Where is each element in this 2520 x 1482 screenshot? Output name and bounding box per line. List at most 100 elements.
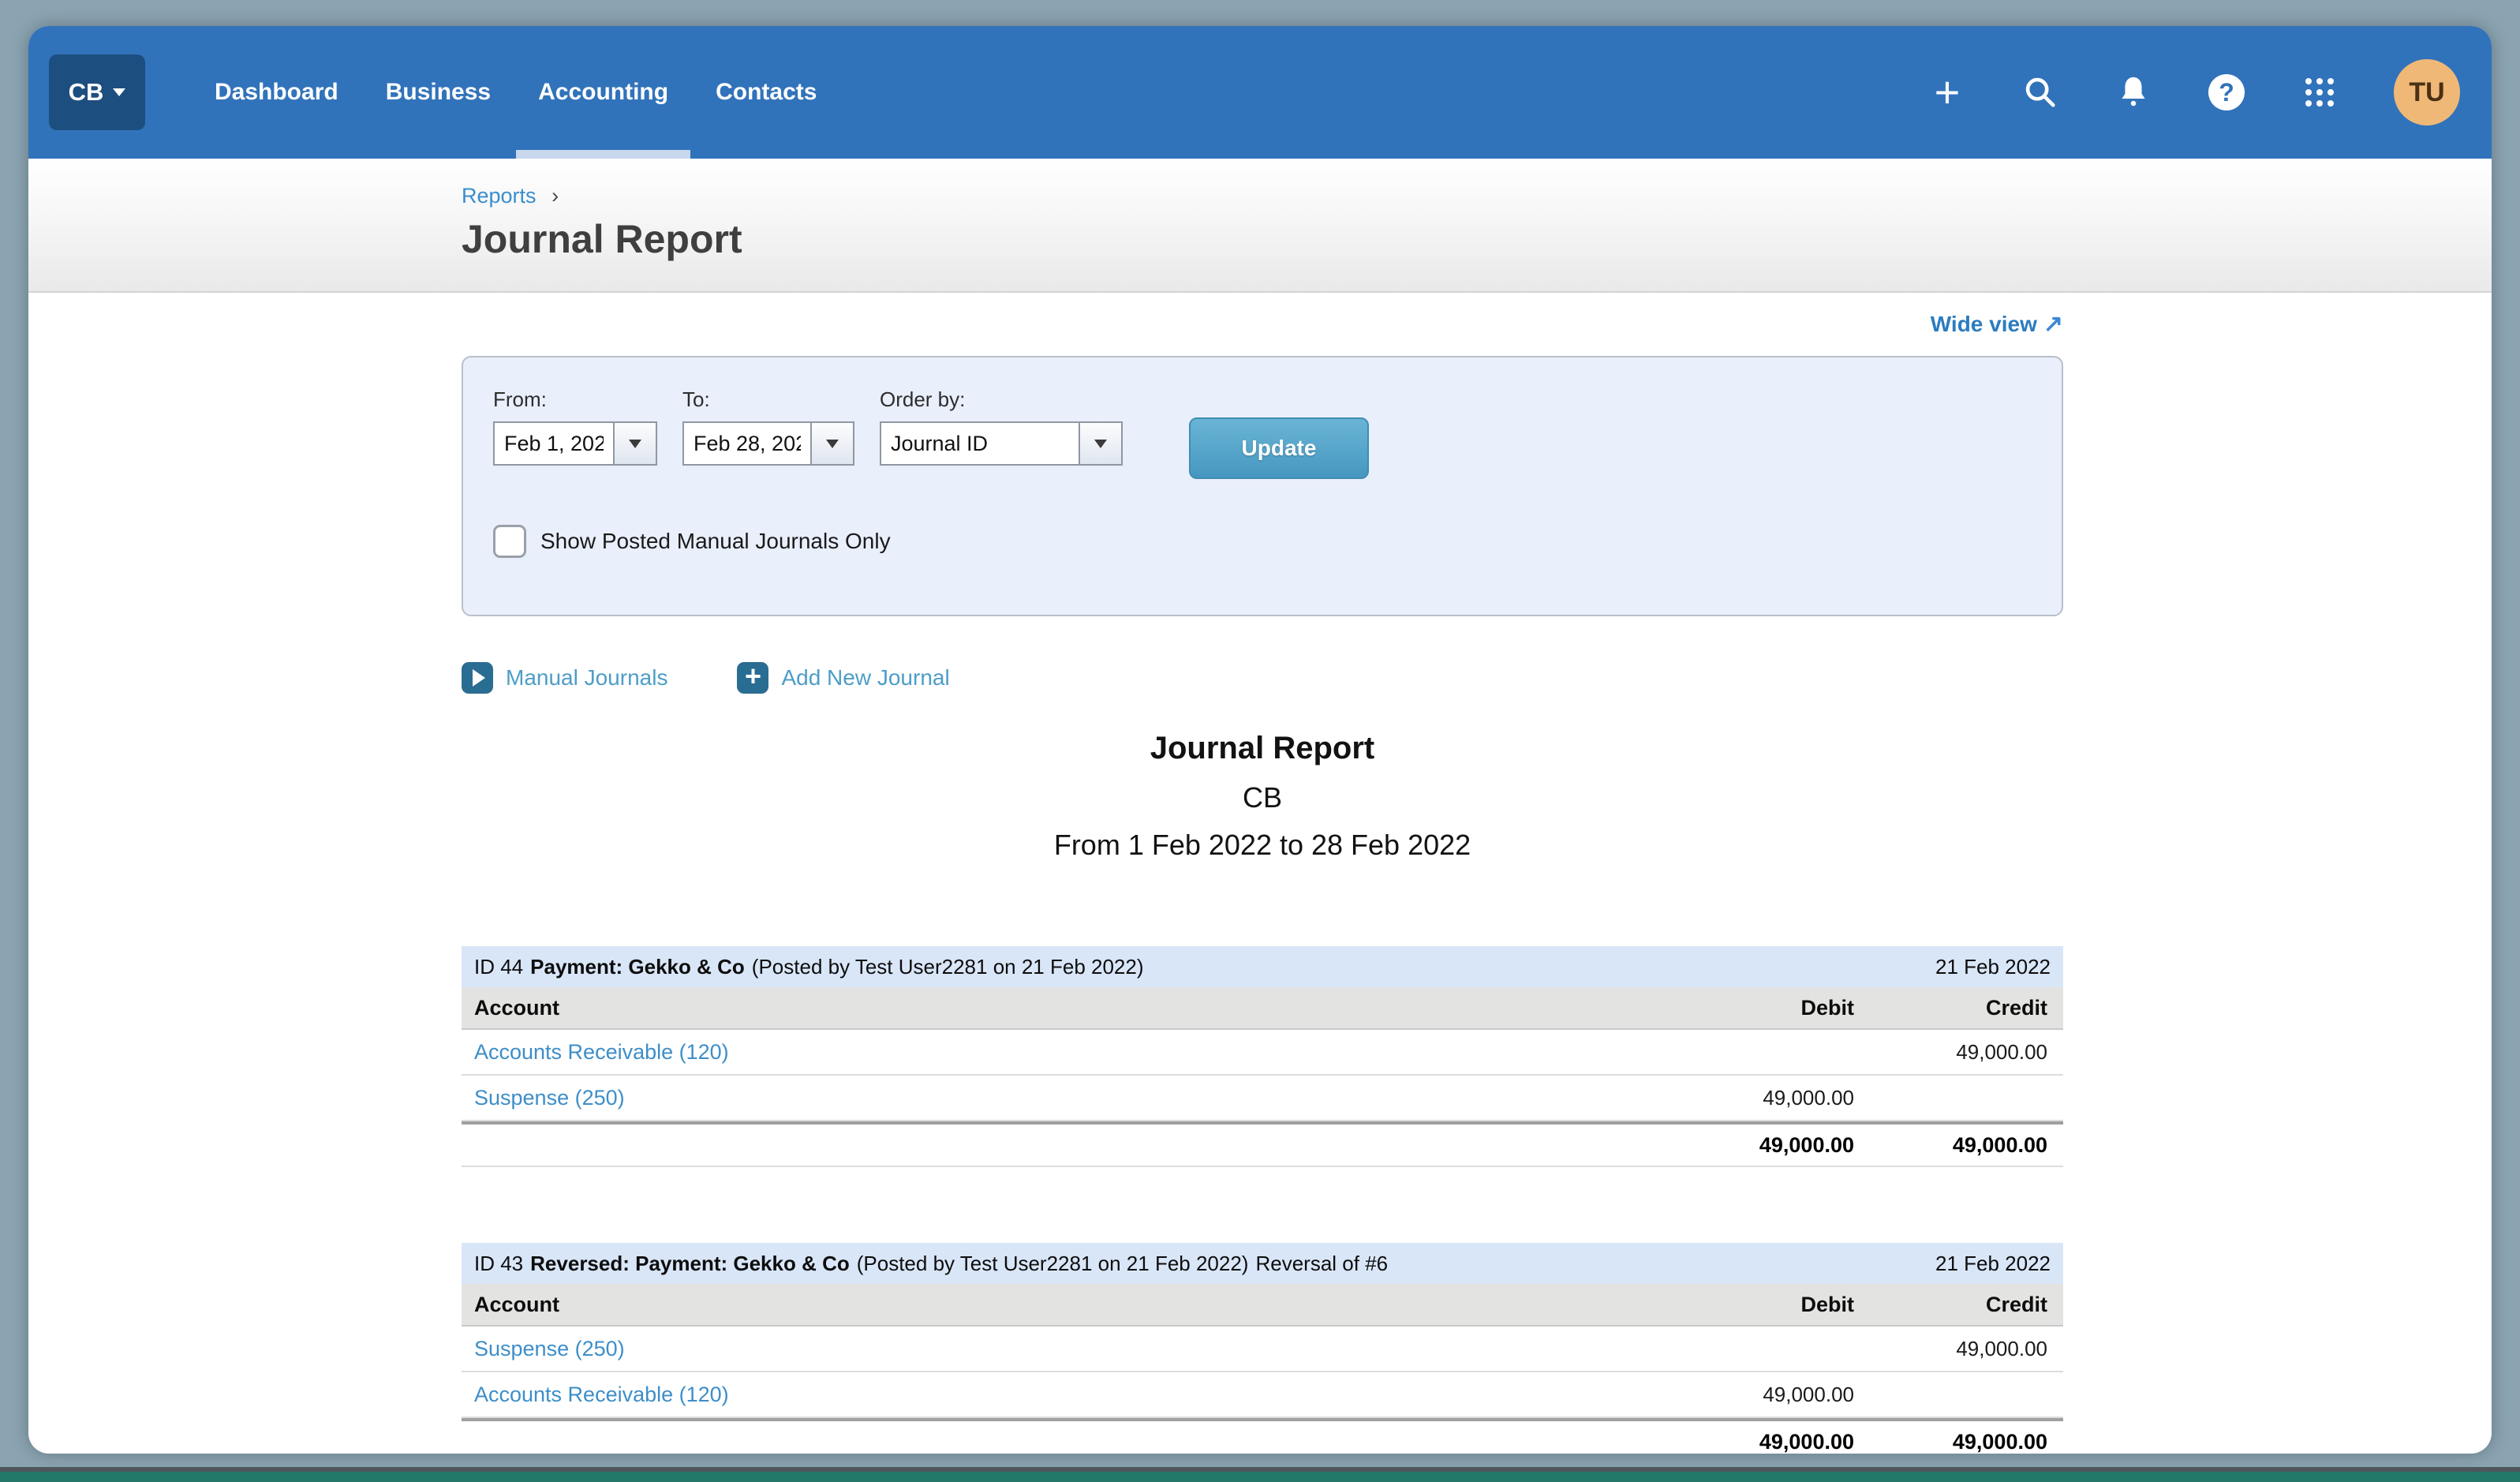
create-new-icon[interactable]: + — [1928, 73, 1966, 111]
debit-value: 49,000.00 — [1617, 1383, 1870, 1407]
breadcrumb-reports-link[interactable]: Reports — [462, 184, 537, 208]
journal-title: Reversed: Payment: Gekko & Co — [530, 1252, 850, 1276]
column-headers: Account Debit Credit — [462, 1284, 2063, 1327]
credit-column-header: Credit — [1870, 996, 2063, 1020]
from-date-group: From: — [493, 387, 657, 466]
from-label: From: — [493, 387, 657, 412]
from-date-input[interactable] — [495, 423, 613, 464]
page-header: Reports › Journal Report — [28, 159, 2492, 293]
credit-value: 49,000.00 — [1870, 1337, 2063, 1361]
account-link[interactable]: Accounts Receivable (120) — [462, 1040, 1617, 1065]
plus-icon: + — [737, 662, 768, 694]
posted-journals-checkbox[interactable] — [493, 525, 526, 558]
nav-item-dashboard[interactable]: Dashboard — [191, 26, 362, 159]
order-by-label: Order by: — [880, 387, 1123, 412]
to-label: To: — [682, 387, 854, 412]
debit-column-header: Debit — [1617, 1293, 1870, 1317]
add-new-journal-label: Add New Journal — [781, 665, 949, 690]
journal-meta: (Posted by Test User2281 on 21 Feb 2022) — [857, 1252, 1249, 1276]
wide-view-label: Wide view — [1931, 312, 2037, 336]
play-icon — [462, 662, 493, 694]
report-center-header: Journal Report CB From 1 Feb 2022 to 28 … — [462, 727, 2063, 864]
total-debit: 49,000.00 — [1617, 1133, 1870, 1158]
nav-item-accounting[interactable]: Accounting — [514, 26, 692, 159]
update-button[interactable]: Update — [1189, 417, 1369, 479]
help-glyph: ? — [2208, 74, 2245, 110]
nav-item-label: Dashboard — [215, 79, 338, 106]
nav-item-label: Business — [386, 79, 491, 106]
journal-header: ID 43 Reversed: Payment: Gekko & Co (Pos… — [462, 1243, 2063, 1284]
search-icon[interactable] — [2021, 73, 2059, 111]
nav-item-label: Accounting — [538, 79, 668, 106]
table-row: Accounts Receivable (120) 49,000.00 — [462, 1372, 2063, 1418]
screen-bottom-edge-accent — [0, 1472, 2520, 1482]
report-org: CB — [462, 779, 2063, 817]
nav-item-business[interactable]: Business — [362, 26, 514, 159]
order-by-dropdown-button[interactable] — [1079, 423, 1121, 464]
nav-item-label: Contacts — [716, 79, 817, 106]
breadcrumb-separator: › — [551, 184, 559, 208]
journal-id: ID 44 — [474, 955, 523, 979]
totals-row: 49,000.00 49,000.00 — [462, 1121, 2063, 1167]
debit-column-header: Debit — [1617, 996, 1870, 1020]
journal-entry-44: ID 44 Payment: Gekko & Co (Posted by Tes… — [462, 946, 2063, 1167]
total-debit: 49,000.00 — [1617, 1430, 1870, 1454]
report-date-range: From 1 Feb 2022 to 28 Feb 2022 — [462, 826, 2063, 864]
breadcrumb: Reports › — [462, 184, 2492, 208]
table-row: Suspense (250) 49,000.00 — [462, 1327, 2063, 1372]
page-title: Journal Report — [462, 216, 2492, 262]
wide-view-link[interactable]: Wide view↗ — [462, 310, 2063, 342]
notifications-bell-icon[interactable] — [2114, 73, 2152, 111]
total-credit: 49,000.00 — [1870, 1133, 2063, 1158]
to-date-group: To: — [682, 387, 854, 466]
report-column: Wide view↗ From: To: — [462, 310, 2063, 1454]
avatar-initials: TU — [2409, 77, 2444, 108]
credit-column-header: Credit — [1870, 1293, 2063, 1317]
add-new-journal-link[interactable]: + Add New Journal — [737, 662, 949, 694]
column-headers: Account Debit Credit — [462, 987, 2063, 1030]
journal-header: ID 44 Payment: Gekko & Co (Posted by Tes… — [462, 946, 2063, 987]
org-menu-button[interactable]: CB — [49, 54, 145, 130]
manual-journals-link[interactable]: Manual Journals — [462, 662, 667, 694]
account-column-header: Account — [462, 996, 1617, 1020]
to-date-input[interactable] — [684, 423, 810, 464]
debit-value: 49,000.00 — [1617, 1086, 1870, 1110]
account-column-header: Account — [462, 1293, 1617, 1317]
journal-suffix: Reversal of #6 — [1255, 1252, 1388, 1276]
journal-date: 21 Feb 2022 — [1935, 955, 2051, 979]
posted-journals-checkbox-row: Show Posted Manual Journals Only — [493, 525, 2032, 558]
table-row: Accounts Receivable (120) 49,000.00 — [462, 1030, 2063, 1076]
journal-date: 21 Feb 2022 — [1935, 1252, 2051, 1276]
help-icon[interactable]: ? — [2208, 73, 2245, 111]
user-avatar[interactable]: TU — [2394, 59, 2460, 125]
credit-value: 49,000.00 — [1870, 1040, 2063, 1065]
app-window: CB Dashboard Business Accounting Contact… — [28, 26, 2492, 1454]
account-link[interactable]: Accounts Receivable (120) — [462, 1383, 1617, 1407]
nav-item-contacts[interactable]: Contacts — [692, 26, 840, 159]
external-arrow-icon: ↗ — [2043, 311, 2063, 337]
journal-entry-43: ID 43 Reversed: Payment: Gekko & Co (Pos… — [462, 1243, 2063, 1454]
manual-journals-label: Manual Journals — [506, 665, 667, 690]
nav-right-icons: + ? — [1928, 59, 2460, 125]
table-row: Suspense (250) 49,000.00 — [462, 1076, 2063, 1121]
apps-grid-icon[interactable] — [2301, 73, 2339, 111]
chevron-down-icon — [1094, 440, 1107, 448]
order-by-input[interactable] — [881, 423, 1079, 464]
journal-meta: (Posted by Test User2281 on 21 Feb 2022) — [752, 955, 1144, 979]
journal-id: ID 43 — [474, 1252, 523, 1276]
chevron-down-icon — [826, 440, 839, 448]
order-by-group: Order by: — [880, 387, 1123, 466]
total-credit: 49,000.00 — [1870, 1430, 2063, 1454]
filter-panel: From: To: Order by: — [462, 356, 2063, 616]
posted-journals-checkbox-label: Show Posted Manual Journals Only — [540, 529, 891, 554]
top-nav: CB Dashboard Business Accounting Contact… — [28, 26, 2492, 159]
chevron-down-icon — [629, 440, 641, 448]
to-date-dropdown-button[interactable] — [810, 423, 853, 464]
account-link[interactable]: Suspense (250) — [462, 1086, 1617, 1110]
from-date-dropdown-button[interactable] — [613, 423, 656, 464]
account-link[interactable]: Suspense (250) — [462, 1337, 1617, 1361]
report-title: Journal Report — [462, 727, 2063, 769]
journal-links-row: Manual Journals + Add New Journal — [462, 662, 2063, 694]
totals-row: 49,000.00 49,000.00 — [462, 1418, 2063, 1454]
org-menu-label: CB — [69, 78, 104, 107]
